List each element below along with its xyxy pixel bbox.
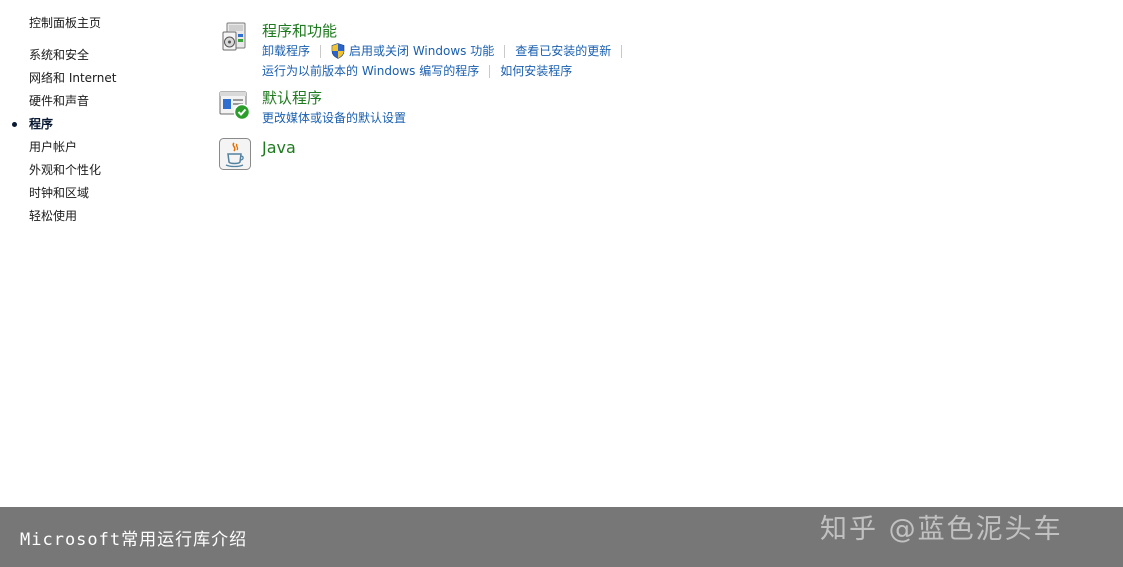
- control-panel-window: 控制面板主页 系统和安全 网络和 Internet 硬件和声音 程序 用户帐户 …: [0, 0, 1123, 567]
- link-row-2: 运行为以前版本的 Windows 编写的程序 如何安装程序: [262, 61, 632, 81]
- nav-item-network-internet[interactable]: 网络和 Internet: [0, 69, 116, 92]
- link-row-1: 更改媒体或设备的默认设置: [262, 108, 406, 128]
- change-default-settings-link[interactable]: 更改媒体或设备的默认设置: [262, 109, 406, 127]
- nav-item-appearance[interactable]: 外观和个性化: [0, 161, 116, 184]
- caption-bar: Microsoft常用运行库介绍 知乎 @蓝色泥头车: [0, 507, 1123, 567]
- uninstall-program-link[interactable]: 卸载程序: [262, 42, 310, 60]
- nav-item-clock-region[interactable]: 时钟和区域: [0, 184, 116, 207]
- link-row-1: 卸载程序 启用或关闭 Windows 功能 查看已安装的更新: [262, 41, 632, 61]
- link-separator: [504, 44, 506, 58]
- category-body: 默认程序 更改媒体或设备的默认设置: [262, 87, 406, 128]
- nav-item-programs[interactable]: 程序: [0, 115, 116, 138]
- nav-control-panel-home[interactable]: 控制面板主页: [29, 14, 101, 31]
- watermark-text: 知乎 @蓝色泥头车: [820, 514, 1063, 545]
- caption-text: Microsoft常用运行库介绍: [20, 530, 248, 550]
- view-installed-updates-link[interactable]: 查看已安装的更新: [515, 42, 611, 60]
- link-separator: [489, 64, 491, 78]
- windows-features-link[interactable]: 启用或关闭 Windows 功能: [331, 42, 494, 60]
- run-old-programs-link[interactable]: 运行为以前版本的 Windows 编写的程序: [262, 62, 479, 80]
- nav-item-label: 硬件和声音: [29, 94, 90, 108]
- category-title-programs-features[interactable]: 程序和功能: [262, 20, 337, 41]
- active-bullet-icon: [12, 122, 17, 127]
- nav-item-label: 时钟和区域: [29, 186, 90, 200]
- nav-item-hardware-sound[interactable]: 硬件和声音: [0, 92, 116, 115]
- nav-item-label: 程序: [29, 117, 54, 131]
- default-programs-icon[interactable]: [218, 87, 252, 121]
- category-title-default-programs[interactable]: 默认程序: [262, 87, 322, 108]
- nav-item-label: 外观和个性化: [29, 163, 102, 177]
- nav-item-label: 用户帐户: [29, 140, 78, 154]
- java-icon[interactable]: [218, 137, 252, 171]
- nav-item-system-security[interactable]: 系统和安全: [0, 46, 116, 69]
- windows-features-label: 启用或关闭 Windows 功能: [349, 44, 495, 58]
- nav-item-label: 轻松使用: [29, 209, 78, 223]
- nav-item-ease-of-access[interactable]: 轻松使用: [0, 207, 116, 230]
- nav-item-user-accounts[interactable]: 用户帐户: [0, 138, 116, 161]
- link-separator: [320, 44, 322, 58]
- programs-features-icon[interactable]: [218, 20, 252, 54]
- nav-item-label: 系统和安全: [29, 48, 90, 62]
- left-nav: 控制面板主页 系统和安全 网络和 Internet 硬件和声音 程序 用户帐户 …: [0, 0, 200, 507]
- nav-item-label: 网络和 Internet: [29, 71, 117, 85]
- nav-list: 系统和安全 网络和 Internet 硬件和声音 程序 用户帐户 外观和个性化 …: [0, 46, 116, 230]
- category-body: Java: [262, 137, 296, 158]
- how-to-install-link[interactable]: 如何安装程序: [500, 62, 572, 80]
- category-title-java[interactable]: Java: [262, 137, 296, 158]
- link-separator: [621, 44, 623, 58]
- uac-shield-icon: [331, 43, 345, 59]
- category-body: 程序和功能 卸载程序 启用或关闭 Windows 功能 查看已安装的更新 运行为…: [262, 20, 632, 81]
